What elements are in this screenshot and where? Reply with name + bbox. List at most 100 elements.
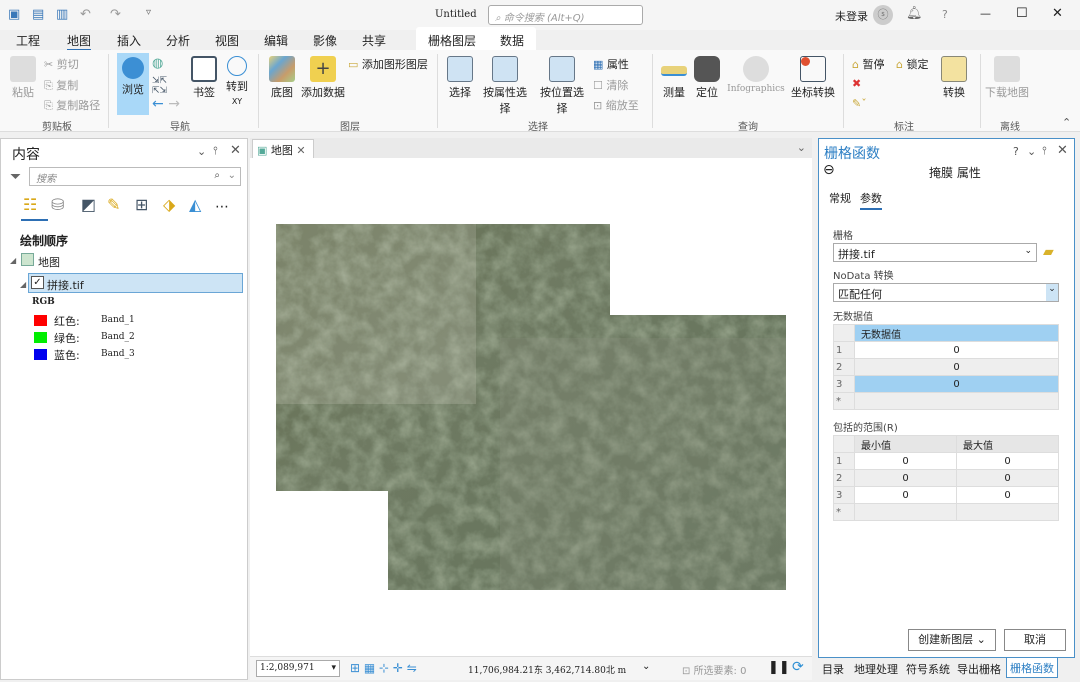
empty-cell[interactable] (854, 503, 957, 521)
contents-search-input[interactable]: 搜索 ⌕ ⌄ (29, 167, 241, 186)
tab-data[interactable]: 数据 (500, 32, 524, 49)
band-color-swatch[interactable] (34, 332, 47, 343)
select-by-location-button[interactable]: 按位置选择 (535, 56, 589, 116)
basemap-button[interactable]: 底图 (268, 56, 296, 100)
symbology-icon[interactable]: ◭ (189, 195, 201, 214)
selection-icon[interactable]: ◩ (81, 195, 96, 214)
new-row[interactable]: * (833, 392, 1059, 410)
maximize-button[interactable]: ☐ (1016, 6, 1028, 21)
full-extent-icon[interactable]: ◍ (152, 56, 163, 71)
tab-project[interactable]: 工程 (16, 32, 40, 49)
nodata-value-cell[interactable]: 0 (854, 375, 1059, 393)
labeling-icon[interactable]: ⬗ (163, 195, 175, 214)
tab-raster-functions[interactable]: 栅格函数 (1006, 658, 1058, 678)
bookmarks-button[interactable]: 书签 (190, 56, 218, 100)
snapping-icon[interactable]: ⊞ (135, 195, 148, 214)
table-row[interactable]: 10 (833, 341, 1059, 359)
data-source-icon[interactable]: ⛁ (51, 195, 64, 214)
pause-labels-button[interactable]: ⌂ 暂停 (852, 56, 884, 72)
tab-share[interactable]: 共享 (362, 32, 386, 49)
band-color-swatch[interactable] (34, 349, 47, 360)
convert-coordinates-button[interactable]: 坐标转换 (791, 56, 835, 100)
tab-map-view[interactable]: ▣ 地图 ✕ (252, 139, 314, 158)
goto-xy-button[interactable]: 转到 XY (224, 56, 250, 107)
help-icon[interactable]: ? (942, 8, 948, 21)
pause-drawing-icon[interactable]: ❚❚ (768, 660, 790, 675)
tab-edit[interactable]: 编辑 (264, 32, 288, 49)
new-project-icon[interactable]: ▣ (8, 7, 20, 22)
create-new-layer-button[interactable]: 创建新图层 ⌄ (908, 629, 996, 651)
close-icon[interactable]: ✕ (230, 143, 241, 158)
expand-icon[interactable]: ◢ (20, 280, 26, 289)
zoom-to-button[interactable]: ⊡ 缩放至 (593, 97, 639, 113)
map-view[interactable] (250, 138, 812, 656)
close-icon[interactable]: ✕ (1057, 143, 1068, 158)
tab-list-icon[interactable]: ⌄ (797, 141, 806, 154)
empty-cell[interactable] (854, 392, 1059, 410)
nodata-value-cell[interactable]: 0 (854, 341, 1059, 359)
notification-bell-icon[interactable]: 🔔︎ (906, 6, 923, 21)
new-row[interactable]: * (833, 503, 1059, 521)
cancel-button[interactable]: 取消 (1004, 629, 1066, 651)
tab-insert[interactable]: 插入 (117, 32, 141, 49)
tab-export-raster[interactable]: 导出栅格 (957, 661, 1001, 677)
pin-icon[interactable]: ⫯ (1042, 144, 1047, 158)
tab-analysis[interactable]: 分析 (166, 32, 190, 49)
cut-button[interactable]: ✂ 剪切 (44, 56, 79, 72)
map-node[interactable]: 地图 (38, 254, 60, 270)
redo-icon[interactable]: ↷ (110, 7, 121, 22)
explore-button[interactable]: 浏览 (117, 53, 149, 115)
tab-geoprocessing[interactable]: 地理处理 (854, 661, 898, 677)
attributes-button[interactable]: ▦ 属性 (593, 56, 629, 72)
infographics-button[interactable]: Infographics (724, 56, 788, 94)
command-search-input[interactable]: ⌕ 命令搜索 (Alt+Q) (488, 5, 643, 25)
back-icon[interactable]: ⊖ (823, 162, 835, 178)
add-graphics-layer-button[interactable]: ▭ 添加图形图层 (348, 56, 428, 72)
login-status[interactable]: 未登录 (835, 8, 868, 24)
max-value-cell[interactable]: 0 (956, 469, 1059, 487)
min-value-cell[interactable]: 0 (854, 486, 957, 504)
tab-symbology[interactable]: 符号系统 (906, 661, 950, 677)
pin-icon[interactable]: ⫯ (213, 144, 218, 158)
table-row[interactable]: 20 (833, 358, 1059, 376)
folder-icon[interactable]: ▰ (1043, 244, 1054, 260)
min-value-cell[interactable]: 0 (854, 452, 957, 470)
select-button[interactable]: 选择 (446, 56, 474, 100)
undo-icon[interactable]: ↶ (80, 7, 91, 22)
max-value-cell[interactable]: 0 (956, 486, 1059, 504)
tab-imagery[interactable]: 影像 (313, 32, 337, 49)
expand-icon[interactable]: ◢ (10, 256, 16, 265)
copy-path-button[interactable]: ⎘ 复制路径 (44, 97, 100, 113)
draw-order-icon[interactable]: ☷ (23, 195, 37, 214)
max-value-cell[interactable]: 0 (956, 452, 1059, 470)
pane-menu-icon[interactable]: ⌄ (1027, 145, 1036, 158)
filter-icon[interactable]: ⏷ (10, 169, 21, 185)
refresh-icon[interactable]: ⟳ (792, 659, 804, 675)
tab-view[interactable]: 视图 (215, 32, 239, 49)
save-icon[interactable]: ▥ (56, 7, 68, 22)
band-color-swatch[interactable] (34, 315, 47, 326)
min-value-cell[interactable]: 0 (854, 469, 957, 487)
layer-visibility-checkbox[interactable]: ✓ (31, 276, 44, 289)
clear-button[interactable]: ☐ 清除 (593, 77, 628, 93)
minimize-button[interactable]: — (980, 7, 991, 20)
close-icon[interactable]: ✕ (296, 144, 305, 157)
nodata-value-cell[interactable]: 0 (854, 358, 1059, 376)
add-data-button[interactable]: + 添加数据 (301, 56, 345, 100)
locate-button[interactable]: 定位 (693, 56, 721, 100)
tab-map[interactable]: 地图 (67, 32, 92, 51)
editing-icon[interactable]: ✎ (107, 195, 120, 214)
selected-features[interactable]: ⊡ 所选要素: 0 (682, 662, 746, 677)
measure-button[interactable]: 测量 (660, 56, 688, 100)
paste-button[interactable]: 粘贴 (8, 56, 38, 100)
customize-icon[interactable]: ▿ (146, 7, 151, 18)
table-row[interactable]: 300 (833, 486, 1059, 504)
map-tools-icons[interactable]: ⊞ ▦ ⊹ ✛ ⇋ (350, 661, 417, 675)
tab-general[interactable]: 常规 (829, 190, 851, 206)
raster-input-dropdown[interactable]: 拼接.tif ⌄ (833, 243, 1037, 262)
copy-button[interactable]: ⎘ 复制 (44, 77, 78, 93)
table-row[interactable]: 30 (833, 375, 1059, 393)
label-options-icon[interactable]: ✎ˇ (852, 97, 867, 110)
collapse-ribbon-icon[interactable]: ⌃ (1062, 116, 1071, 129)
help-icon[interactable]: ? (1013, 145, 1019, 158)
